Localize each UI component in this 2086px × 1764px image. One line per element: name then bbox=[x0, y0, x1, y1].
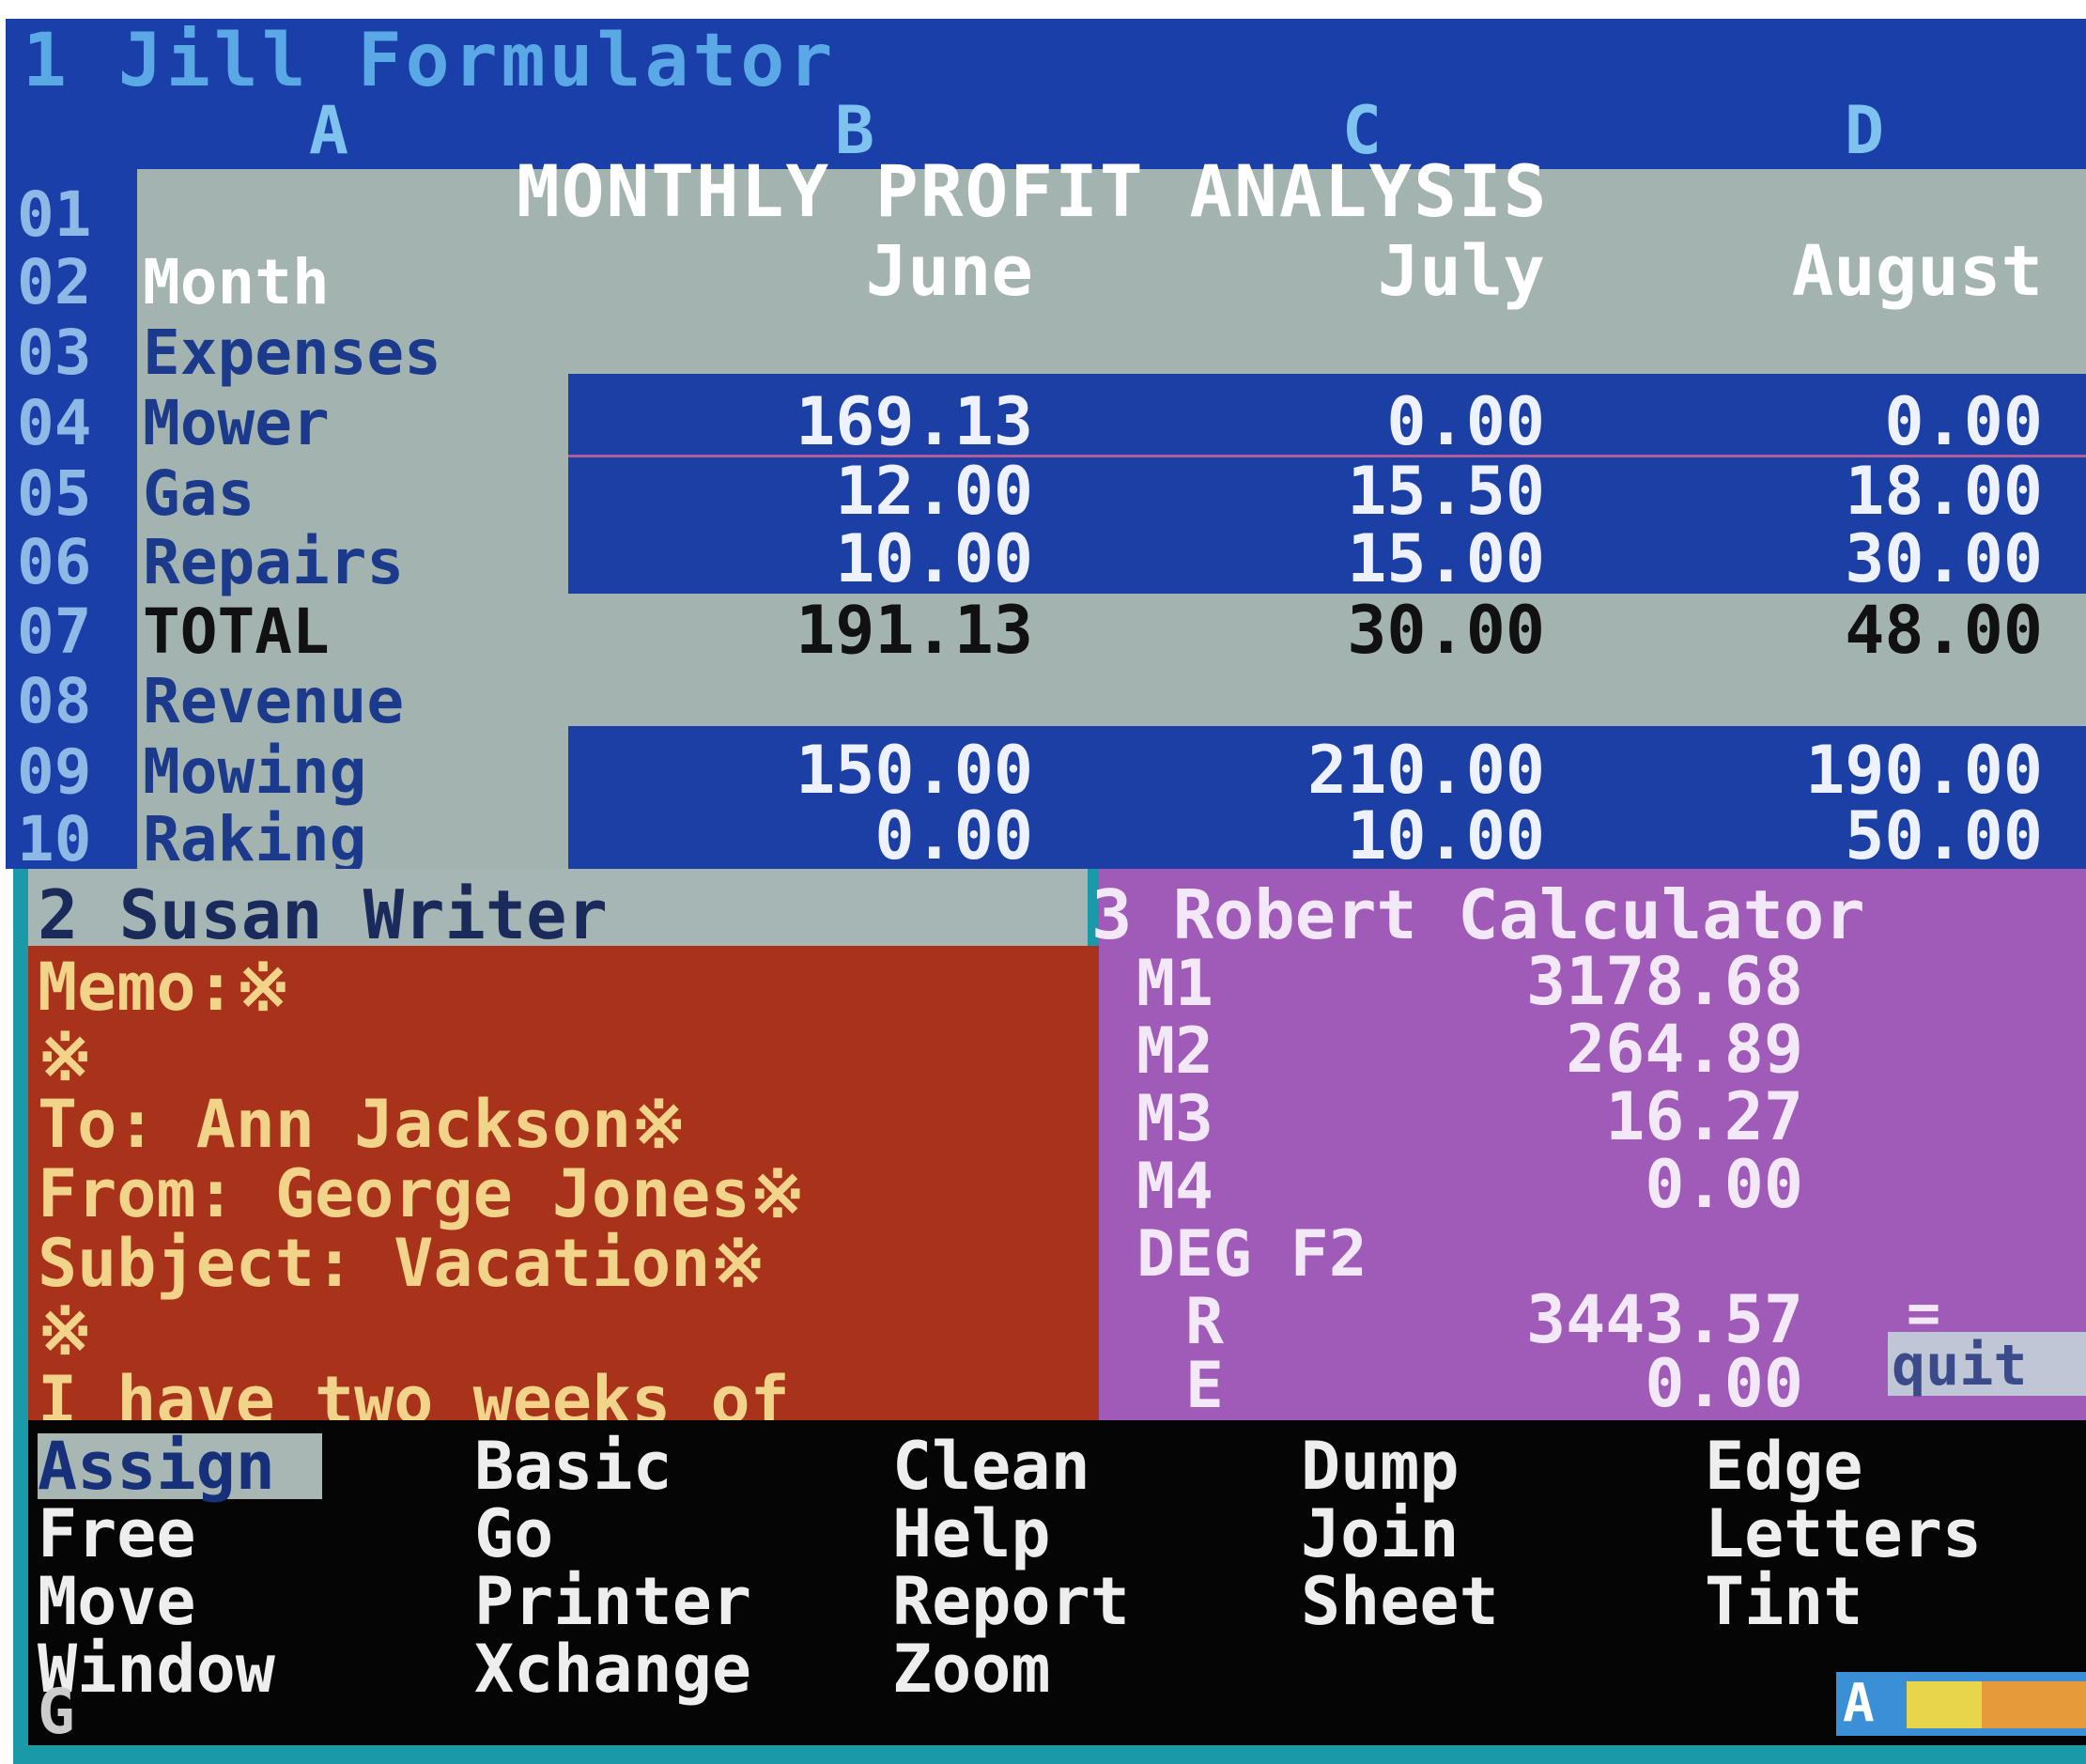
row-number[interactable]: 02 bbox=[17, 252, 130, 314]
menu-item-letters[interactable]: Letters bbox=[1705, 1501, 1982, 1567]
menu-item-move[interactable]: Move bbox=[38, 1569, 196, 1634]
menu-item-zoom[interactable]: Zoom bbox=[892, 1636, 1051, 1702]
cell-d07-total[interactable]: 48.00 bbox=[1705, 597, 2043, 663]
cell-c07-total[interactable]: 30.00 bbox=[1207, 597, 1545, 663]
cell-d06[interactable]: 30.00 bbox=[1705, 526, 2043, 592]
cell-b04[interactable]: 169.13 bbox=[695, 389, 1033, 455]
error-value: 0.00 bbox=[1645, 1345, 1803, 1422]
row-number[interactable]: 06 bbox=[17, 532, 130, 594]
row-number[interactable]: 09 bbox=[17, 741, 130, 803]
memory-label-m3: M3 bbox=[1136, 1082, 1213, 1156]
row-number[interactable]: 05 bbox=[17, 463, 130, 525]
row-number[interactable]: 04 bbox=[17, 393, 130, 455]
memory-value-m3: 16.27 bbox=[1605, 1078, 1803, 1155]
row-number[interactable]: 03 bbox=[17, 322, 130, 384]
memory-value-m4: 0.00 bbox=[1645, 1146, 1803, 1223]
cell-c09[interactable]: 210.00 bbox=[1207, 737, 1545, 803]
window1-title[interactable]: 1 Jill Formulator bbox=[23, 24, 836, 98]
result-value: 3443.57 bbox=[1525, 1281, 1803, 1358]
row-number[interactable]: 07 bbox=[17, 601, 130, 663]
cell-b10[interactable]: 0.00 bbox=[695, 803, 1033, 869]
memo-line[interactable]: From: George Jones※ bbox=[38, 1161, 805, 1227]
menu-item-join[interactable]: Join bbox=[1301, 1501, 1460, 1567]
column-header-d[interactable]: D bbox=[1808, 98, 1921, 163]
menu-item-basic[interactable]: Basic bbox=[474, 1433, 672, 1499]
cell-d05[interactable]: 18.00 bbox=[1705, 458, 2043, 524]
cell-b02-june[interactable]: June bbox=[676, 237, 1033, 306]
memory-label-m4: M4 bbox=[1136, 1150, 1213, 1224]
memo-line[interactable]: Subject: Vacation※ bbox=[38, 1230, 765, 1296]
quit-button-label[interactable]: quit bbox=[1892, 1338, 2028, 1394]
sheet-banner-title[interactable]: MONTHLY PROFIT ANALYSIS bbox=[517, 156, 1548, 227]
memory-value-m2: 264.89 bbox=[1566, 1011, 1803, 1088]
cell-a06-repairs[interactable]: Repairs bbox=[143, 532, 404, 594]
cell-b06[interactable]: 10.00 bbox=[695, 526, 1033, 592]
error-label: E bbox=[1185, 1349, 1224, 1423]
menu-item-help[interactable]: Help bbox=[892, 1501, 1051, 1567]
cell-d10[interactable]: 50.00 bbox=[1705, 803, 2043, 869]
command-prompt[interactable]: G bbox=[38, 1681, 75, 1743]
menu-item-tint[interactable]: Tint bbox=[1705, 1569, 1863, 1634]
memory-label-m2: M2 bbox=[1136, 1014, 1213, 1089]
cell-c02-july[interactable]: July bbox=[1188, 237, 1545, 306]
cell-a05-gas[interactable]: Gas bbox=[143, 463, 255, 525]
cell-b05[interactable]: 12.00 bbox=[695, 458, 1033, 524]
row-number[interactable]: 10 bbox=[17, 809, 130, 871]
menu-item-clean[interactable]: Clean bbox=[892, 1433, 1090, 1499]
calculator-mode: DEG F2 bbox=[1136, 1217, 1367, 1292]
cell-c04[interactable]: 0.00 bbox=[1207, 389, 1545, 455]
menu-item-report[interactable]: Report bbox=[892, 1569, 1130, 1634]
status-letter: A bbox=[1843, 1673, 1875, 1734]
cell-c10[interactable]: 10.00 bbox=[1207, 803, 1545, 869]
column-header-a[interactable]: A bbox=[272, 98, 385, 163]
menu-item-xchange[interactable]: Xchange bbox=[474, 1636, 751, 1702]
memo-line[interactable]: Memo:※ bbox=[38, 954, 290, 1020]
memo-line[interactable]: ※ bbox=[38, 1298, 93, 1364]
menu-item-dump[interactable]: Dump bbox=[1301, 1433, 1460, 1499]
cell-d02-august[interactable]: August bbox=[1686, 237, 2043, 306]
cell-b09[interactable]: 150.00 bbox=[695, 737, 1033, 803]
cell-a09-mowing[interactable]: Mowing bbox=[143, 741, 366, 803]
menu-item-edge[interactable]: Edge bbox=[1705, 1433, 1863, 1499]
row-number[interactable]: 01 bbox=[17, 184, 130, 246]
cell-a02-month[interactable]: Month bbox=[143, 252, 330, 314]
menu-item-sheet[interactable]: Sheet bbox=[1301, 1569, 1499, 1634]
cell-b07-total[interactable]: 191.13 bbox=[695, 597, 1033, 663]
memo-line[interactable]: To: Ann Jackson※ bbox=[38, 1091, 687, 1157]
cell-d04[interactable]: 0.00 bbox=[1705, 389, 2043, 455]
cell-c05[interactable]: 15.50 bbox=[1207, 458, 1545, 524]
menu-item-free[interactable]: Free bbox=[38, 1501, 196, 1567]
memo-line[interactable]: ※ bbox=[38, 1024, 93, 1090]
cell-a08-revenue[interactable]: Revenue bbox=[143, 671, 404, 733]
status-color-swatch bbox=[1982, 1681, 2086, 1728]
status-color-swatch bbox=[1907, 1681, 1982, 1728]
menu-item-printer[interactable]: Printer bbox=[474, 1569, 751, 1634]
cell-a03-expenses[interactable]: Expenses bbox=[143, 322, 441, 384]
window2-title[interactable]: 2 Susan Writer bbox=[38, 881, 608, 949]
result-label: R bbox=[1185, 1285, 1224, 1359]
memory-label-m1: M1 bbox=[1136, 947, 1213, 1021]
cell-a04-mower[interactable]: Mower bbox=[143, 393, 330, 455]
row-number[interactable]: 08 bbox=[17, 671, 130, 733]
menu-item-assign[interactable]: Assign bbox=[38, 1433, 322, 1499]
window3-title[interactable]: 3 Robert Calculator bbox=[1091, 881, 1865, 949]
cell-c06[interactable]: 15.00 bbox=[1207, 526, 1545, 592]
cell-a10-raking[interactable]: Raking bbox=[143, 809, 366, 871]
cell-a07-total[interactable]: TOTAL bbox=[143, 601, 330, 663]
menu-item-go[interactable]: Go bbox=[474, 1501, 553, 1567]
memory-value-m1: 3178.68 bbox=[1525, 943, 1803, 1020]
screen: 1 Jill Formulator A B C D MONTHLY PROFIT… bbox=[0, 0, 2086, 1764]
cell-d09[interactable]: 190.00 bbox=[1705, 737, 2043, 803]
